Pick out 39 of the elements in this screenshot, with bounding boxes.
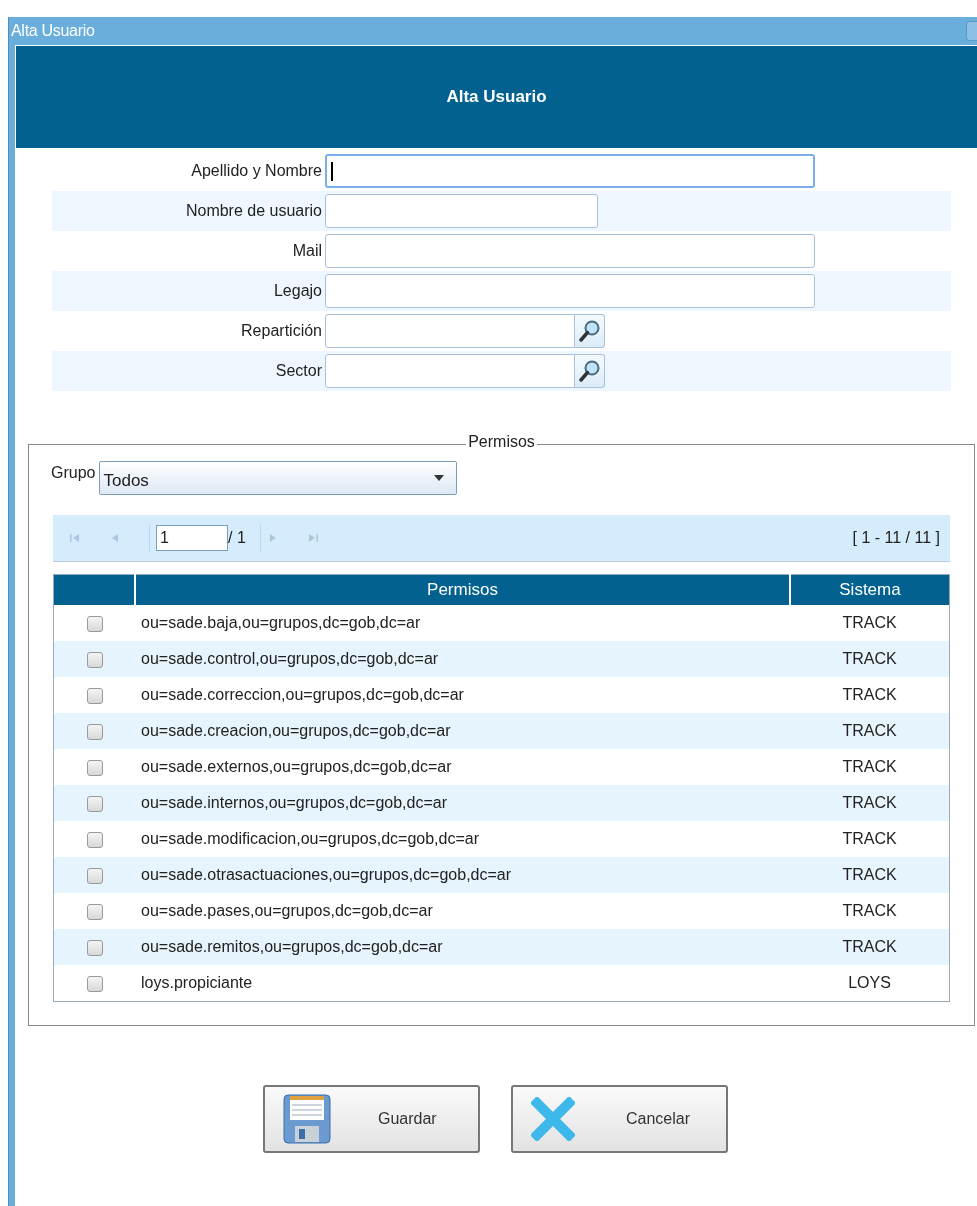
table-cell: TRACK (790, 857, 950, 893)
page-field[interactable]: 1 (156, 525, 228, 551)
table-cell: ou=sade.pases,ou=grupos,dc=gob,dc=ar (135, 893, 790, 929)
table-cell: TRACK (790, 785, 950, 821)
page-total: / 1 (228, 529, 246, 547)
column-header: Permisos (135, 574, 790, 605)
table-cell: ou=sade.externos,ou=grupos,dc=gob,dc=ar (135, 749, 790, 785)
group-dropdown[interactable]: Todos (99, 461, 458, 495)
table-cell: ou=sade.baja,ou=grupos,dc=gob,dc=ar (135, 605, 790, 641)
page-range: [ 1 - 11 / 11 ] (852, 529, 940, 547)
table-cell: TRACK (790, 749, 950, 785)
table-cell: TRACK (790, 929, 950, 965)
table-cell: TRACK (790, 641, 950, 677)
table-cell: TRACK (790, 677, 950, 713)
table-cell: ou=sade.internos,ou=grupos,dc=gob,dc=ar (135, 785, 790, 821)
window-title: Alta Usuario (11, 22, 95, 40)
table-cell: TRACK (790, 821, 950, 857)
table-cell: ou=sade.control,ou=grupos,dc=gob,dc=ar (135, 641, 790, 677)
table-cell: TRACK (790, 713, 950, 749)
table-cell: ou=sade.modificacion,ou=grupos,dc=gob,dc=ar (135, 821, 790, 857)
table-cell: TRACK (790, 893, 950, 929)
cancel-button[interactable]: Cancelar (511, 1085, 728, 1153)
table-cell: LOYS (790, 965, 950, 1002)
table-cell: ou=sade.remitos,ou=grupos,dc=gob,dc=ar (135, 929, 790, 965)
field-label: Mail (291, 242, 323, 260)
column-header: Sistema (790, 574, 950, 605)
field-label: Repartición (240, 322, 323, 340)
table-cell: ou=sade.creacion,ou=grupos,dc=gob,dc=ar (135, 713, 790, 749)
field-label: Grupo (51, 464, 96, 482)
table-cell: ou=sade.otrasactuaciones,ou=grupos,dc=gob,dc=ar (135, 857, 790, 893)
field-label: Apellido y Nombre (190, 162, 323, 180)
form-title: Alta Usuario (446, 87, 547, 107)
table-cell: loys.propiciante (135, 965, 790, 1002)
save-button[interactable]: Guardar (263, 1085, 480, 1153)
field-label: Sector (274, 362, 323, 380)
table-cell: TRACK (790, 605, 950, 641)
field-label: Nombre de usuario (184, 202, 323, 220)
field-label: Legajo (272, 282, 323, 300)
table-cell: ou=sade.correccion,ou=grupos,dc=gob,dc=ar (135, 677, 790, 713)
